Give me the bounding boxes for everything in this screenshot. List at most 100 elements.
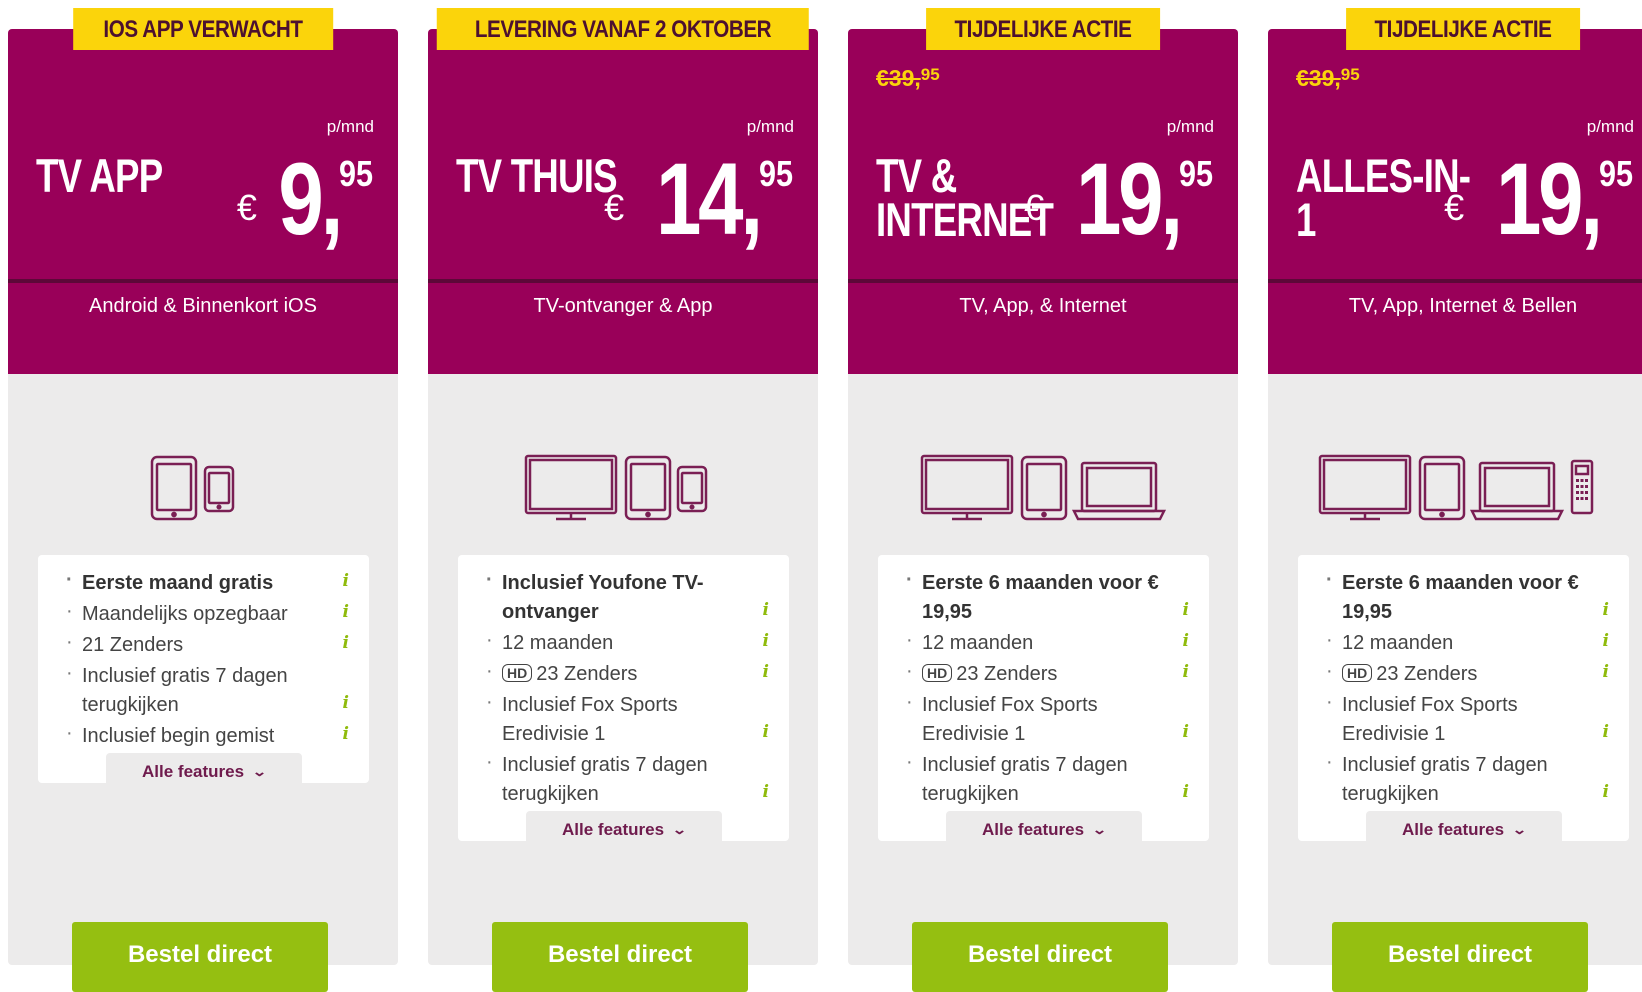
period-label: p/mnd (326, 117, 374, 136)
feature-item: 12 maandeni (1326, 626, 1609, 658)
device-icons (8, 439, 398, 549)
all-features-toggle[interactable]: Alle features ⌄ (945, 811, 1142, 847)
price-cents: 95 (338, 153, 373, 194)
info-icon[interactable]: i (1183, 596, 1189, 625)
header-divider (1268, 279, 1642, 283)
laptop-icon (1469, 461, 1565, 521)
chevron-down-icon: ⌄ (1091, 822, 1108, 837)
feature-item: Inclusief gratis 7 dagen terugkijkeni (66, 659, 349, 720)
plan-title: TV & INTERNET (876, 149, 1054, 246)
feature-item: Inclusief begin gemisti (66, 719, 349, 751)
device-icons (428, 439, 818, 549)
feature-item: Inclusief gratis 7 dagen terugkijkeni (1326, 748, 1609, 809)
tablet-icon (150, 455, 198, 521)
feature-item: Eerste 6 maanden voor € 19,95i (1326, 566, 1609, 627)
tablet-icon (1418, 455, 1466, 521)
feature-item: HD23 Zendersi (486, 657, 769, 689)
feature-item: HD23 Zendersi (906, 657, 1189, 689)
price-whole: 14, (656, 142, 763, 256)
info-icon[interactable]: i (1183, 627, 1189, 656)
info-icon[interactable]: i (1183, 718, 1189, 747)
feature-item: 12 maandeni (486, 626, 769, 658)
old-price: €39,95 (876, 65, 940, 91)
plan-card-alles-in-1: TIJDELIJKE ACTIE €39,95 p/mnd ALLES-IN-1… (1268, 8, 1642, 992)
plan-badge: IOS APP VERWACHT (73, 8, 333, 50)
plan-header: TIJDELIJKE ACTIE €39,95 p/mnd TV & INTER… (848, 8, 1238, 374)
currency-symbol: € (1024, 187, 1045, 228)
info-icon[interactable]: i (343, 720, 349, 749)
info-icon[interactable]: i (1183, 658, 1189, 687)
period-label: p/mnd (1586, 117, 1634, 136)
plan-card-tv-internet: TIJDELIJKE ACTIE €39,95 p/mnd TV & INTER… (848, 8, 1238, 992)
info-icon[interactable]: i (343, 689, 349, 718)
info-icon[interactable]: i (1603, 778, 1609, 807)
plan-price: €19,95 (1024, 142, 1216, 269)
feature-item: Inclusief gratis 7 dagen terugkijkeni (906, 748, 1189, 809)
chevron-down-icon: ⌄ (1511, 822, 1528, 837)
feature-item: Inclusief Fox Sports Eredivisie 1i (486, 688, 769, 749)
plan-subtitle: TV-ontvanger & App (533, 295, 713, 317)
header-divider (428, 279, 818, 283)
order-button[interactable]: Bestel direct (72, 922, 328, 992)
plan-header: TIJDELIJKE ACTIE €39,95 p/mnd ALLES-IN-1… (1268, 8, 1642, 374)
info-icon[interactable]: i (763, 778, 769, 807)
plan-subtitle: TV, App, & Internet (959, 295, 1127, 317)
tv-icon (1318, 454, 1412, 521)
order-button[interactable]: Bestel direct (912, 922, 1168, 992)
all-features-toggle[interactable]: Alle features ⌄ (105, 753, 302, 789)
info-icon[interactable]: i (343, 598, 349, 627)
old-price: €39,95 (1296, 65, 1360, 91)
feature-item: 21 Zendersi (66, 628, 349, 660)
tv-icon (920, 454, 1014, 521)
feature-item: HD23 Zendersi (1326, 657, 1609, 689)
plan-badge: TIJDELIJKE ACTIE (1346, 8, 1580, 50)
order-button[interactable]: Bestel direct (492, 922, 748, 992)
info-icon[interactable]: i (763, 596, 769, 625)
feature-item: Inclusief gratis 7 dagen terugkijkeni (486, 748, 769, 809)
info-icon[interactable]: i (1603, 718, 1609, 747)
phone-icon (676, 465, 708, 513)
info-icon[interactable]: i (1603, 658, 1609, 687)
tablet-icon (624, 455, 672, 521)
plan-price: €14,95 (604, 142, 796, 269)
price-whole: 19, (1496, 142, 1603, 256)
plan-subtitle: Android & Binnenkort iOS (89, 295, 317, 317)
order-button[interactable]: Bestel direct (1332, 922, 1588, 992)
feature-list: Eerste maand gratisi Maandelijks opzegba… (38, 555, 369, 789)
info-icon[interactable]: i (1603, 596, 1609, 625)
plan-badge: LEVERING VANAF 2 OKTOBER (436, 8, 810, 50)
plan-title: TV APP (36, 149, 163, 202)
plan-badge: TIJDELIJKE ACTIE (926, 8, 1160, 50)
hd-badge: HD (502, 664, 533, 682)
price-cents: 95 (1598, 153, 1633, 194)
feature-item: Inclusief Fox Sports Eredivisie 1i (906, 688, 1189, 749)
plan-header: IOS APP VERWACHT p/mnd TV APP €9,95 Andr… (8, 8, 398, 374)
chevron-down-icon: ⌄ (671, 822, 688, 837)
all-features-toggle[interactable]: Alle features ⌄ (525, 811, 722, 847)
price-cents: 95 (758, 153, 793, 194)
info-icon[interactable]: i (343, 629, 349, 658)
feature-list: Inclusief Youfone TV-ontvangeri 12 maand… (458, 555, 789, 847)
info-icon[interactable]: i (763, 718, 769, 747)
feature-item: Maandelijks opzegbaari (66, 597, 349, 629)
currency-symbol: € (1444, 187, 1465, 228)
device-icons (848, 439, 1238, 549)
info-icon[interactable]: i (1603, 627, 1609, 656)
plan-card-tv-app: IOS APP VERWACHT p/mnd TV APP €9,95 Andr… (8, 8, 398, 992)
header-divider (8, 279, 398, 283)
plan-price: €19,95 (1444, 142, 1636, 269)
phone-icon (203, 465, 235, 513)
price-whole: 19, (1076, 142, 1183, 256)
plan-card-tv-thuis: LEVERING VANAF 2 OKTOBER p/mnd TV THUIS … (428, 8, 818, 992)
feature-item: 12 maandeni (906, 626, 1189, 658)
info-icon[interactable]: i (763, 658, 769, 687)
all-features-toggle[interactable]: Alle features ⌄ (1365, 811, 1562, 847)
feature-list: Eerste 6 maanden voor € 19,95i 12 maande… (878, 555, 1209, 847)
hd-badge: HD (922, 664, 953, 682)
tv-icon (524, 454, 618, 521)
plan-subtitle: TV, App, Internet & Bellen (1348, 295, 1578, 317)
info-icon[interactable]: i (763, 627, 769, 656)
info-icon[interactable]: i (1183, 778, 1189, 807)
tablet-icon (1020, 455, 1068, 521)
info-icon[interactable]: i (343, 567, 349, 596)
